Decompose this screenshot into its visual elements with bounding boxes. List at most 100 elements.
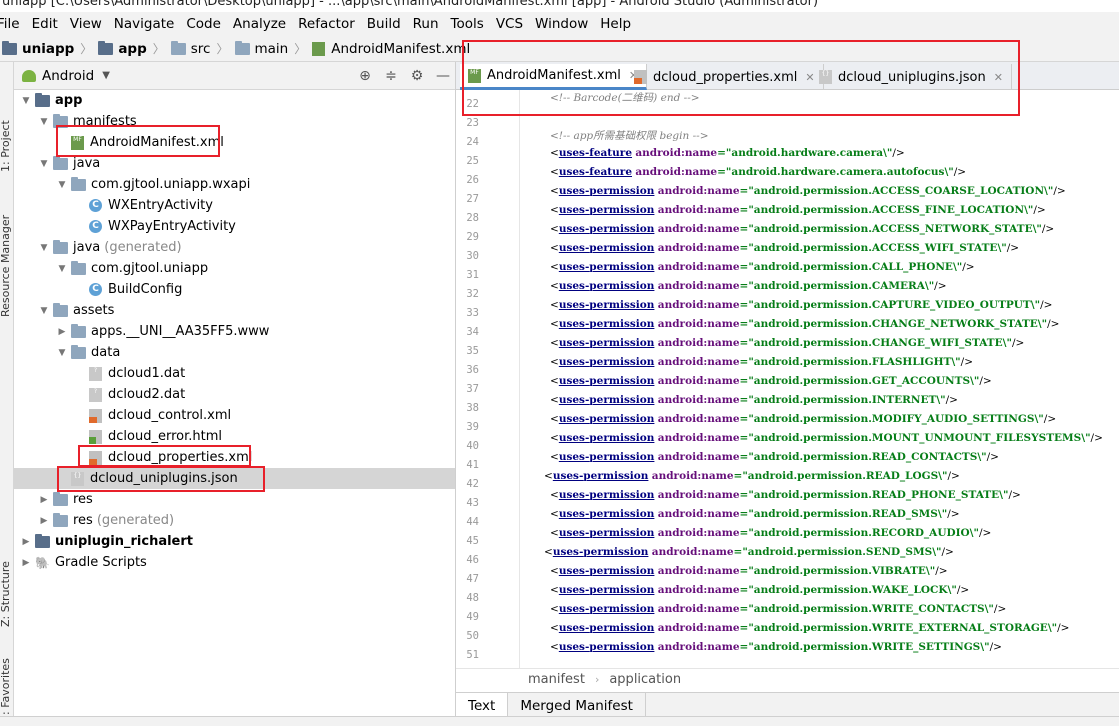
menu-item-refactor[interactable]: Refactor [292,16,361,32]
tree-row[interactable]: dcloud_properties.xml [14,447,455,468]
chevron-right-icon[interactable]: ▶ [20,537,32,547]
locate-icon[interactable]: ⊕ [352,68,378,84]
menu-item-run[interactable]: Run [407,16,445,32]
tree-row[interactable]: ▼ assets [14,300,455,321]
tree-row[interactable]: C WXEntryActivity [14,195,455,216]
chevron-right-icon[interactable]: ▶ [38,516,50,526]
code-value: android.permission.CAPTURE_VIDEO_OUTPUT [753,299,1031,311]
tree-row[interactable]: ▼ java [14,153,455,174]
hide-icon[interactable]: — [430,68,455,84]
code-comment: <!-- Barcode(二维码) end --> [550,92,700,104]
code-tag: uses-permission [558,242,655,254]
line-number: 28 [466,212,479,224]
nav-crumb-uniapp[interactable]: uniapp 〉 [2,40,98,57]
chevron-down-icon[interactable]: ▼ [38,306,50,316]
code-line: <uses-feature android:name="android.hard… [550,166,966,178]
tree-row[interactable]: dcloud_control.xml [14,405,455,426]
code-eq: =" [739,185,754,197]
chevron-right-icon[interactable]: ▶ [20,558,32,568]
menu-item-tools[interactable]: Tools [445,16,490,32]
tree-row[interactable]: ▶ apps.__UNI__AA35FF5.www [14,321,455,342]
nav-crumb-main[interactable]: main 〉 [234,40,313,57]
code-tag: uses-permission [552,546,649,558]
bottom-tab-text[interactable]: Text [456,693,509,718]
chevron-down-icon: ▼ [102,70,110,81]
menu-item-edit[interactable]: Edit [26,16,64,32]
menu-item-code[interactable]: Code [180,16,227,32]
structure-tool-tab[interactable]: Z: Structure [0,561,12,627]
nav-crumb-app[interactable]: app 〉 [98,40,170,57]
chevron-right-icon[interactable]: ▶ [56,327,68,337]
chevron-down-icon[interactable]: ▼ [38,159,50,169]
tree-row[interactable]: {} dcloud_uniplugins.json [14,468,455,489]
gear-icon[interactable]: ⚙ [404,68,430,84]
editor-tab-androidmanifest-xml[interactable]: MFAndroidManifest.xml✕ [460,64,648,90]
chevron-down-icon[interactable]: ▼ [38,117,50,127]
menu-item-analyze[interactable]: Analyze [227,16,292,32]
close-icon[interactable]: ✕ [994,71,1003,84]
line-number: 45 [466,535,479,547]
tree-row[interactable]: ▶ uniplugin_richalert [14,531,455,552]
code-eq: =" [739,641,754,653]
tree-row[interactable]: ▼ manifests [14,111,455,132]
tree-row-label: com.gjtool.uniapp.wxapi [91,177,251,192]
collapse-all-icon[interactable]: ≑ [378,68,404,84]
favorites-tool-tab[interactable]: 2: Favorites [0,658,12,722]
nav-crumb-label: uniapp [22,40,75,57]
editor-tab-dcloud-uniplugins-json[interactable]: {} dcloud_uniplugins.json ✕ [811,64,1012,90]
code-value: android.permission.MOUNT_UNMOUNT_FILESYS… [753,432,1082,444]
dat-file-icon: ? [89,366,102,381]
tree-row[interactable]: ▼ app [14,90,455,111]
code-attr: android:name [657,489,740,501]
tree-row[interactable]: ▼ com.gjtool.uniapp.wxapi [14,174,455,195]
code-bracket: < [550,489,559,501]
menu-item-navigate[interactable]: Navigate [108,16,181,32]
menu-item-view[interactable]: View [64,16,108,32]
tree-row[interactable]: ? dcloud2.dat [14,384,455,405]
tree-row[interactable]: C BuildConfig [14,279,455,300]
menu-item-window[interactable]: Window [529,16,594,32]
editor-bottom-tabs: Text Merged Manifest [456,692,1119,718]
tree-row[interactable]: MF AndroidManifest.xml [14,132,455,153]
editor-tab-dcloud-properties-xml[interactable]: dcloud_properties.xml ✕ [626,64,824,90]
breadcrumb-manifest[interactable]: manifest [528,672,585,687]
chevron-down-icon[interactable]: ▼ [38,243,50,253]
tree-row[interactable]: ▶ res (generated) [14,510,455,531]
code-eq: =" [739,242,754,254]
bottom-tab-merged-manifest[interactable]: Merged Manifest [508,693,646,718]
navigation-bar: uniapp 〉 app 〉 src 〉 main 〉 AndroidManifest.xml [0,36,1119,62]
nav-crumb-androidmanifest-xml[interactable]: AndroidManifest.xml [312,41,470,57]
chevron-right-icon[interactable]: ▶ [38,495,50,505]
menu-item-help[interactable]: Help [594,16,637,32]
tree-row[interactable]: dcloud_error.html [14,426,455,447]
project-tool-tab[interactable]: 1: Project [0,120,12,172]
menu-item-vcs[interactable]: VCS [490,16,529,32]
breadcrumb-application[interactable]: application [609,672,681,687]
code-close-quote: \" [937,508,948,520]
chevron-down-icon[interactable]: ▼ [56,180,68,190]
menu-item-file[interactable]: File [0,16,26,32]
tree-row[interactable]: ▼ java (generated) [14,237,455,258]
code-close: /> [1008,489,1021,501]
nav-crumb-src[interactable]: src 〉 [170,40,235,57]
resource-manager-tool-tab[interactable]: Resource Manager [0,215,12,317]
code-value: android.permission.CHANGE_WIFI_STATE [753,337,1003,349]
android-studio-window: uniapp [C:\Users\Administrator\Desktop\u… [0,0,1119,726]
tree-row[interactable]: ? dcloud1.dat [14,363,455,384]
folder-icon [71,344,86,359]
chevron-down-icon[interactable]: ▼ [20,96,32,106]
tree-row[interactable]: ▶ 🐘 Gradle Scripts [14,552,455,573]
tree-row[interactable]: ▼ data [14,342,455,363]
view-mode-selector[interactable]: Android ▼ [22,68,110,84]
nav-crumb-label: app [118,40,147,57]
chevron-down-icon[interactable]: ▼ [56,348,68,358]
chevron-down-icon[interactable]: ▼ [56,264,68,274]
xml-breadcrumb: manifest › application [456,668,1119,690]
tree-row[interactable]: ▼ com.gjtool.uniapp [14,258,455,279]
code-line: <uses-permission android:name="android.p… [550,318,1059,330]
menu-item-build[interactable]: Build [361,16,407,32]
code-value: android.permission.SEND_SMS [747,546,933,558]
tree-row[interactable]: C WXPayEntryActivity [14,216,455,237]
view-mode-label: Android [42,67,95,84]
tree-row[interactable]: ▶ res [14,489,455,510]
